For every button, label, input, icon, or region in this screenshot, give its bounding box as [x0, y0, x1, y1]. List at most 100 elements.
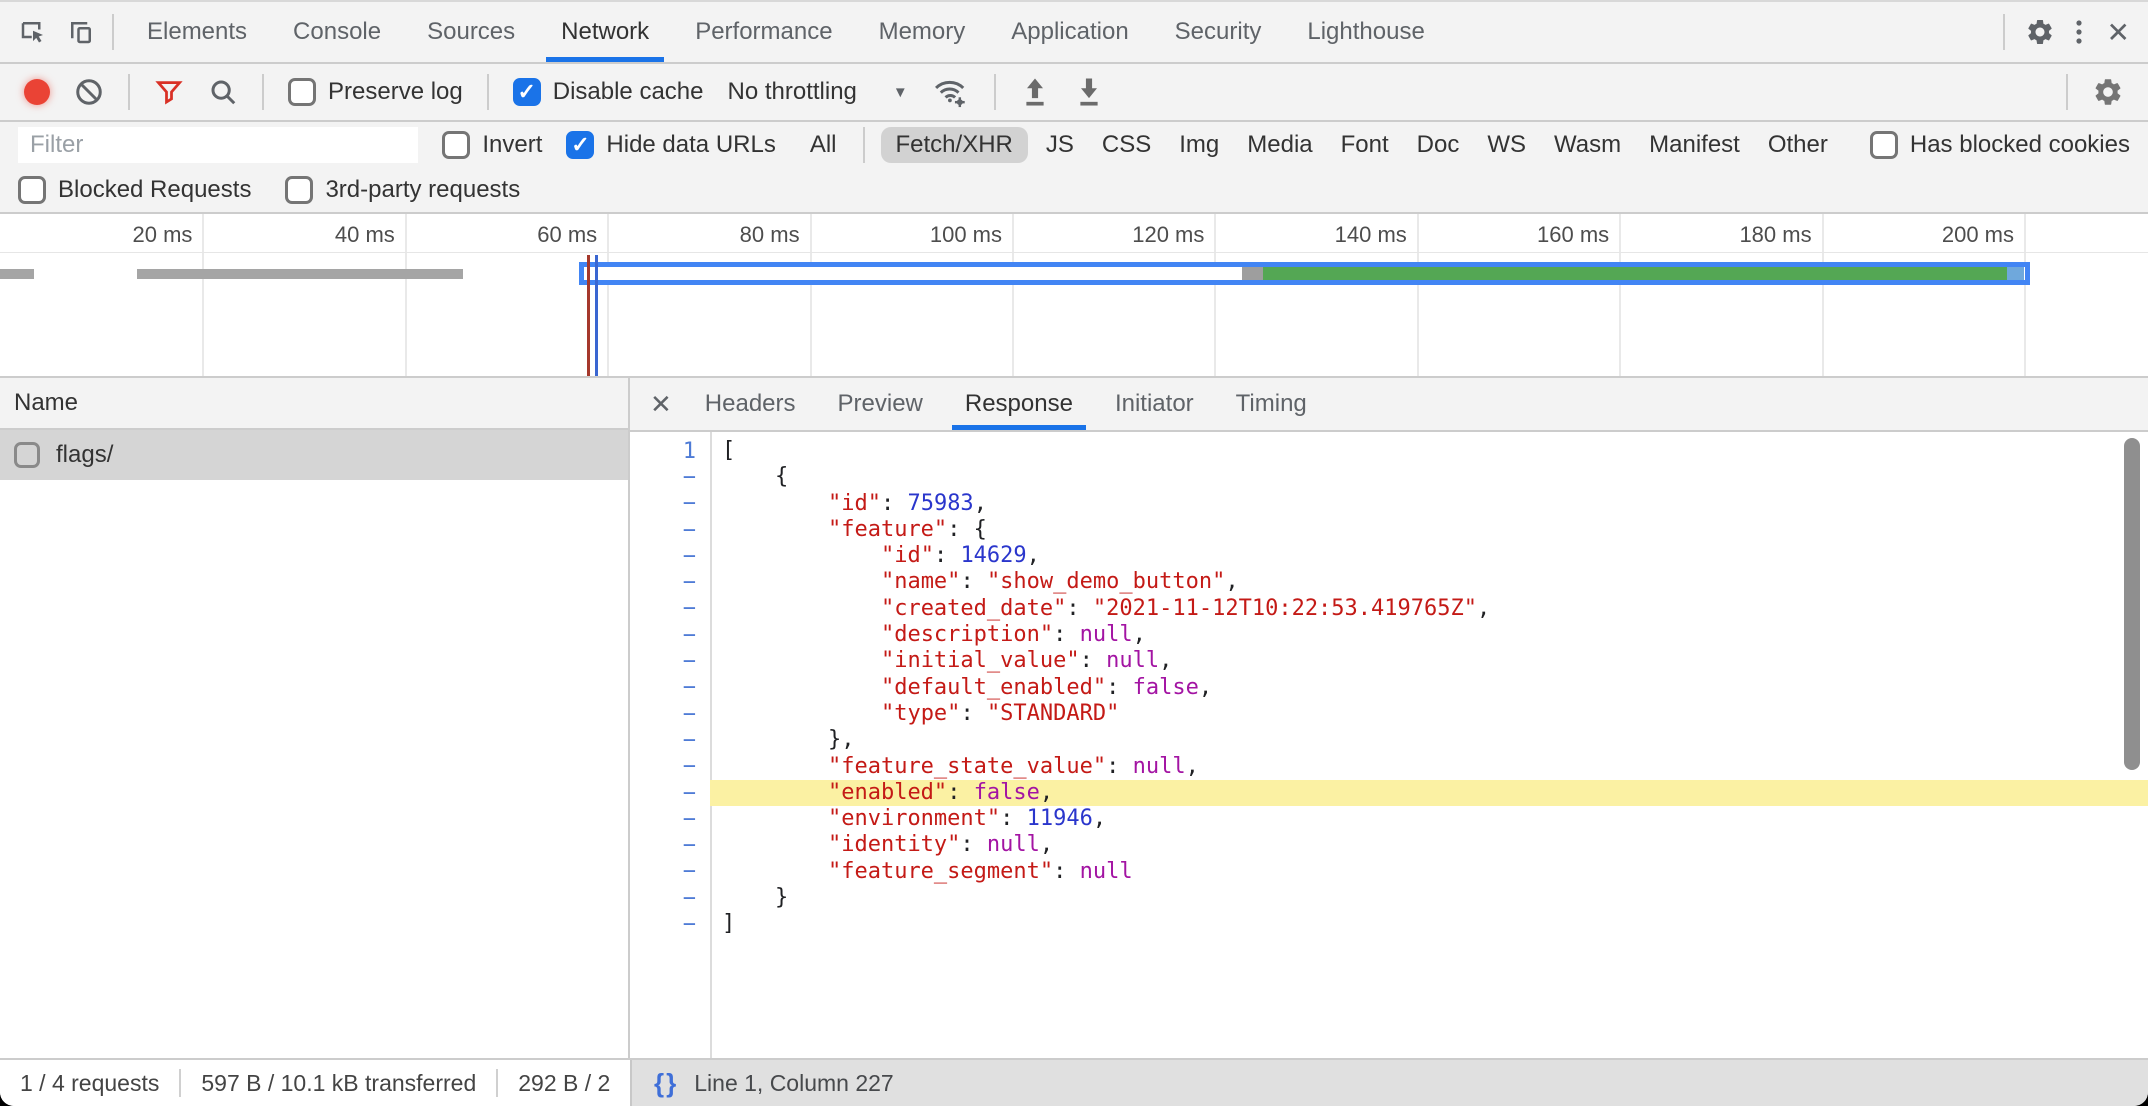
- code-line: − }: [630, 885, 2148, 911]
- tab-performance[interactable]: Performance: [672, 2, 855, 62]
- search-icon[interactable]: [208, 77, 238, 107]
- type-filter-manifest[interactable]: Manifest: [1639, 127, 1750, 163]
- clear-icon[interactable]: [74, 77, 104, 107]
- fold-marker[interactable]: −: [630, 491, 710, 516]
- fold-marker[interactable]: −: [630, 886, 710, 911]
- filter-funnel-icon[interactable]: [154, 77, 184, 107]
- fold-marker[interactable]: −: [630, 544, 710, 569]
- time-tick-label: 40 ms: [195, 222, 395, 248]
- import-har-icon[interactable]: [1020, 76, 1050, 108]
- type-filter-fetchxhr[interactable]: Fetch/XHR: [881, 127, 1028, 163]
- network-overview-timeline[interactable]: 20 ms40 ms60 ms80 ms100 ms120 ms140 ms16…: [0, 214, 2148, 378]
- fold-marker[interactable]: −: [630, 596, 710, 621]
- disable-cache-checkbox[interactable]: [513, 78, 541, 106]
- fold-marker[interactable]: −: [630, 781, 710, 806]
- tab-sources[interactable]: Sources: [404, 2, 538, 62]
- details-tab-initiator[interactable]: Initiator: [1094, 378, 1215, 430]
- fold-marker[interactable]: −: [630, 675, 710, 700]
- divider: [262, 74, 264, 110]
- code-line: − "feature_state_value": null,: [630, 754, 2148, 780]
- type-filter-css[interactable]: CSS: [1092, 127, 1161, 163]
- code-line: − "id": 75983,: [630, 491, 2148, 517]
- waterfall-segment: [2007, 267, 2024, 280]
- invert-checkbox[interactable]: [442, 131, 470, 159]
- third-party-requests-checkbox[interactable]: [285, 176, 313, 204]
- type-filter-img[interactable]: Img: [1169, 127, 1229, 163]
- network-conditions-icon[interactable]: [932, 75, 970, 109]
- divider: [128, 74, 130, 110]
- fold-marker[interactable]: −: [630, 728, 710, 753]
- fold-marker[interactable]: −: [630, 702, 710, 727]
- hide-data-urls-checkbox[interactable]: [566, 131, 594, 159]
- settings-gear-icon[interactable]: [2025, 17, 2055, 47]
- has-blocked-cookies-checkbox[interactable]: [1870, 131, 1898, 159]
- throttling-dropdown[interactable]: No throttling ▼: [727, 78, 907, 106]
- pretty-print-icon[interactable]: {}: [654, 1068, 678, 1099]
- network-settings-gear-icon[interactable]: [2092, 76, 2124, 108]
- type-filter-ws[interactable]: WS: [1477, 127, 1536, 163]
- time-tick-label: 140 ms: [1207, 222, 1407, 248]
- time-tick-label: 200 ms: [1814, 222, 2014, 248]
- code-line: − },: [630, 727, 2148, 753]
- close-icon[interactable]: ✕: [2107, 16, 2130, 49]
- divider: [863, 127, 865, 163]
- fold-marker[interactable]: −: [630, 833, 710, 858]
- divider: [2066, 74, 2068, 110]
- fold-marker[interactable]: −: [630, 807, 710, 832]
- tab-network[interactable]: Network: [538, 2, 672, 62]
- fold-marker[interactable]: −: [630, 859, 710, 884]
- time-tick-label: 80 ms: [600, 222, 800, 248]
- fold-marker[interactable]: −: [630, 912, 710, 937]
- fold-marker[interactable]: −: [630, 570, 710, 595]
- details-tab-timing[interactable]: Timing: [1215, 378, 1328, 430]
- code-line: − "created_date": "2021-11-12T10:22:53.4…: [630, 596, 2148, 622]
- fold-marker[interactable]: −: [630, 518, 710, 543]
- fold-marker[interactable]: −: [630, 465, 710, 490]
- type-filter-wasm[interactable]: Wasm: [1544, 127, 1631, 163]
- network-options-bar: Blocked Requests 3rd-party requests: [0, 168, 2148, 214]
- time-tick-label: 60 ms: [397, 222, 597, 248]
- code-text: "enabled": false,: [710, 780, 2148, 806]
- waterfall-segment: [1242, 267, 1263, 280]
- fold-marker[interactable]: −: [630, 649, 710, 674]
- tab-security[interactable]: Security: [1152, 2, 1285, 62]
- response-body-viewer[interactable]: 1[− {− "id": 75983,− "feature": {− "id":…: [630, 432, 2148, 1058]
- fold-marker[interactable]: −: [630, 754, 710, 779]
- type-filter-doc[interactable]: Doc: [1407, 127, 1470, 163]
- inspect-element-icon[interactable]: [18, 17, 48, 47]
- name-column-header[interactable]: Name: [0, 378, 628, 430]
- tab-console[interactable]: Console: [270, 2, 404, 62]
- status-item: 292 B / 2: [498, 1070, 630, 1097]
- line-number[interactable]: 1: [630, 439, 710, 464]
- fold-marker[interactable]: −: [630, 623, 710, 648]
- details-tab-headers[interactable]: Headers: [684, 378, 817, 430]
- request-row-checkbox[interactable]: [14, 442, 40, 468]
- type-filter-font[interactable]: Font: [1331, 127, 1399, 163]
- type-filter-all[interactable]: All: [800, 127, 847, 163]
- tab-elements[interactable]: Elements: [124, 2, 270, 62]
- export-har-icon[interactable]: [1074, 76, 1104, 108]
- type-filter-media[interactable]: Media: [1237, 127, 1322, 163]
- close-details-icon[interactable]: ✕: [650, 389, 672, 420]
- status-item: 1 / 4 requests: [0, 1070, 179, 1097]
- code-text: "type": "STANDARD": [710, 701, 2148, 727]
- network-toolbar: Preserve log Disable cache No throttling…: [0, 64, 2148, 122]
- details-tab-response[interactable]: Response: [944, 378, 1094, 430]
- details-tab-preview[interactable]: Preview: [817, 378, 944, 430]
- tab-lighthouse[interactable]: Lighthouse: [1284, 2, 1447, 62]
- filter-input[interactable]: [18, 127, 418, 163]
- tab-memory[interactable]: Memory: [856, 2, 989, 62]
- code-text: "id": 75983,: [710, 491, 2148, 517]
- tab-application[interactable]: Application: [988, 2, 1151, 62]
- more-options-icon[interactable]: [2075, 17, 2083, 47]
- vertical-scrollbar[interactable]: [2124, 438, 2140, 770]
- code-text: "feature": {: [710, 517, 2148, 543]
- device-toolbar-icon[interactable]: [66, 17, 96, 47]
- preserve-log-checkbox[interactable]: [288, 78, 316, 106]
- type-filter-other[interactable]: Other: [1758, 127, 1838, 163]
- blocked-requests-checkbox[interactable]: [18, 176, 46, 204]
- type-filter-js[interactable]: JS: [1036, 127, 1084, 163]
- record-button[interactable]: [24, 79, 50, 105]
- code-text: "identity": null,: [710, 832, 2148, 858]
- request-row[interactable]: flags/: [0, 430, 628, 480]
